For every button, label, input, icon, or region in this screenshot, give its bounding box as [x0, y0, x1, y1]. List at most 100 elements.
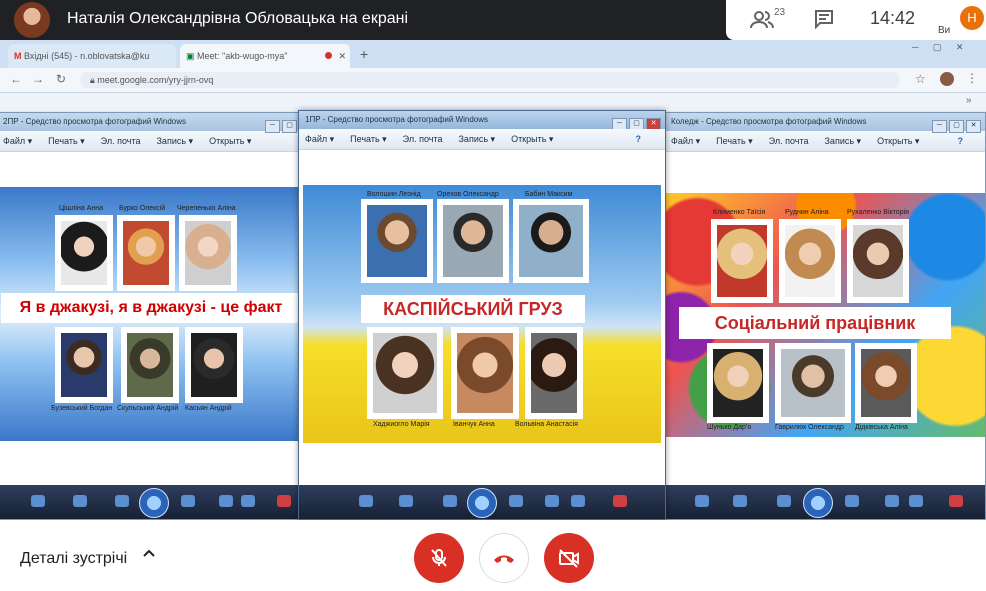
delete-icon[interactable]: [949, 495, 963, 507]
student-photo: [55, 215, 113, 291]
browser-tab-gmail[interactable]: M Вхідні (545) - n.oblovatska@ku: [8, 44, 176, 68]
student-photo: [361, 199, 433, 283]
viewer-controls: [0, 485, 301, 519]
student-photo: [121, 327, 179, 403]
hang-up-icon: [494, 555, 514, 563]
menu-icon[interactable]: ⋮: [966, 71, 978, 85]
actual-size-icon[interactable]: [73, 495, 87, 507]
address-bar[interactable]: 🔒︎ meet.google.com/yry-jjrn-ovq: [80, 72, 900, 88]
profile-icon[interactable]: [940, 72, 954, 86]
student-photo: [775, 343, 851, 423]
mic-off-icon: [431, 549, 447, 567]
slide-banner: Я в джакузі, я в джакузі - це факт: [1, 293, 301, 323]
previous-icon[interactable]: [443, 495, 457, 507]
photo-name: Цішліна Анна: [59, 205, 103, 212]
people-icon: [750, 11, 774, 29]
camera-off-button[interactable]: [544, 533, 594, 583]
delete-icon[interactable]: [277, 495, 291, 507]
photo-name: Хаджиогло Марія: [373, 421, 430, 428]
bookmark-star-icon[interactable]: ☆: [915, 72, 926, 86]
menu-print[interactable]: Печать ▾: [48, 136, 85, 146]
chevron-up-icon[interactable]: [142, 546, 156, 565]
previous-icon[interactable]: [115, 495, 129, 507]
participant-count: 23: [774, 7, 786, 18]
zoom-icon[interactable]: [359, 495, 373, 507]
menu-email[interactable]: Эл. почта: [101, 136, 141, 146]
photo-name: Волошин Леонід: [367, 191, 421, 198]
zoom-icon[interactable]: [31, 495, 45, 507]
rotate-right-icon[interactable]: [241, 495, 255, 507]
viewer-window-buttons[interactable]: ─ ▢: [263, 116, 297, 134]
back-icon[interactable]: ←: [10, 72, 22, 86]
meeting-details-button[interactable]: Деталі зустрічі: [20, 550, 127, 568]
rotate-left-icon[interactable]: [219, 495, 233, 507]
next-icon[interactable]: [181, 495, 195, 507]
chat-button[interactable]: [814, 9, 836, 31]
reload-icon[interactable]: ↻: [56, 72, 66, 86]
presenter-avatar: [14, 2, 50, 38]
rotate-right-icon[interactable]: [909, 495, 923, 507]
previous-icon[interactable]: [777, 495, 791, 507]
photo-name: Дідківська Аліна: [855, 424, 908, 431]
actual-size-icon[interactable]: [733, 495, 747, 507]
next-icon[interactable]: [509, 495, 523, 507]
student-photo: [451, 327, 519, 419]
presenter-title: Наталія Олександрівна Обловацька на екра…: [67, 10, 409, 27]
menu-file[interactable]: Файл ▾: [305, 134, 334, 144]
menu-print[interactable]: Печать ▾: [350, 134, 387, 144]
zoom-icon[interactable]: [695, 495, 709, 507]
menu-open[interactable]: Открыть ▾: [511, 134, 553, 144]
student-photo: [855, 343, 917, 423]
forward-icon[interactable]: →: [32, 72, 44, 86]
bookmarks-overflow-icon[interactable]: »: [966, 95, 972, 106]
slideshow-button[interactable]: [803, 488, 833, 518]
photo-name: Бабин Максим: [525, 191, 573, 198]
shared-screen: M Вхідні (545) - n.oblovatska@ku ▣ Meet:…: [0, 40, 986, 520]
menu-file[interactable]: Файл ▾: [3, 136, 32, 146]
close-tab-icon[interactable]: ✕: [338, 44, 346, 68]
student-photo: [847, 219, 909, 303]
delete-icon[interactable]: [613, 495, 627, 507]
help-icon[interactable]: ?: [958, 131, 964, 151]
menu-open[interactable]: Открыть ▾: [877, 136, 919, 146]
viewer-window-buttons[interactable]: ─ ▢ ✕: [930, 116, 981, 134]
viewer-menu: Файл ▾ Печать ▾ Эл. почта Запись ▾ Открыть ▾…: [299, 129, 665, 150]
rotate-left-icon[interactable]: [545, 495, 559, 507]
student-photo: [437, 199, 509, 283]
menu-open[interactable]: Открыть ▾: [209, 136, 251, 146]
student-photo: [179, 215, 237, 291]
self-label: Ви: [938, 25, 951, 36]
slideshow-button[interactable]: [467, 488, 497, 518]
photo-name: Клименко Таїсія: [713, 209, 766, 216]
menu-email[interactable]: Эл. почта: [769, 136, 809, 146]
window-controls[interactable]: ─ ▢ ✕: [912, 42, 969, 53]
student-photo: [367, 327, 443, 419]
participants-button[interactable]: 23: [750, 7, 790, 32]
photo-name: Бузевський Богдан: [51, 405, 113, 412]
photo-viewer-center: 1ПР - Средство просмотра фотографий Wind…: [298, 110, 666, 520]
student-photo: [711, 219, 773, 303]
next-icon[interactable]: [845, 495, 859, 507]
rotate-left-icon[interactable]: [885, 495, 899, 507]
mic-off-button[interactable]: [414, 533, 464, 583]
photo-name: Касьян Андрій: [185, 405, 232, 412]
student-photo: [707, 343, 769, 423]
meet-icon: ▣: [186, 51, 195, 61]
photo-name: Руднин Аліна: [785, 209, 829, 216]
photo-name: Черепенько Аліна: [177, 205, 236, 212]
new-tab-icon[interactable]: +: [360, 46, 368, 62]
rotate-right-icon[interactable]: [571, 495, 585, 507]
browser-tab-meet[interactable]: ▣ Meet: "akb-wugo-mya" ✕: [180, 44, 350, 68]
menu-email[interactable]: Эл. почта: [403, 134, 443, 144]
student-photo: [55, 327, 113, 403]
menu-print[interactable]: Печать ▾: [716, 136, 753, 146]
self-avatar[interactable]: Н: [960, 6, 984, 30]
menu-burn[interactable]: Запись ▾: [825, 136, 862, 146]
leave-call-button[interactable]: [479, 533, 529, 583]
slideshow-button[interactable]: [139, 488, 169, 518]
menu-file[interactable]: Файл ▾: [671, 136, 700, 146]
menu-burn[interactable]: Запись ▾: [459, 134, 496, 144]
menu-burn[interactable]: Запись ▾: [157, 136, 194, 146]
help-icon[interactable]: ?: [636, 129, 642, 149]
actual-size-icon[interactable]: [399, 495, 413, 507]
